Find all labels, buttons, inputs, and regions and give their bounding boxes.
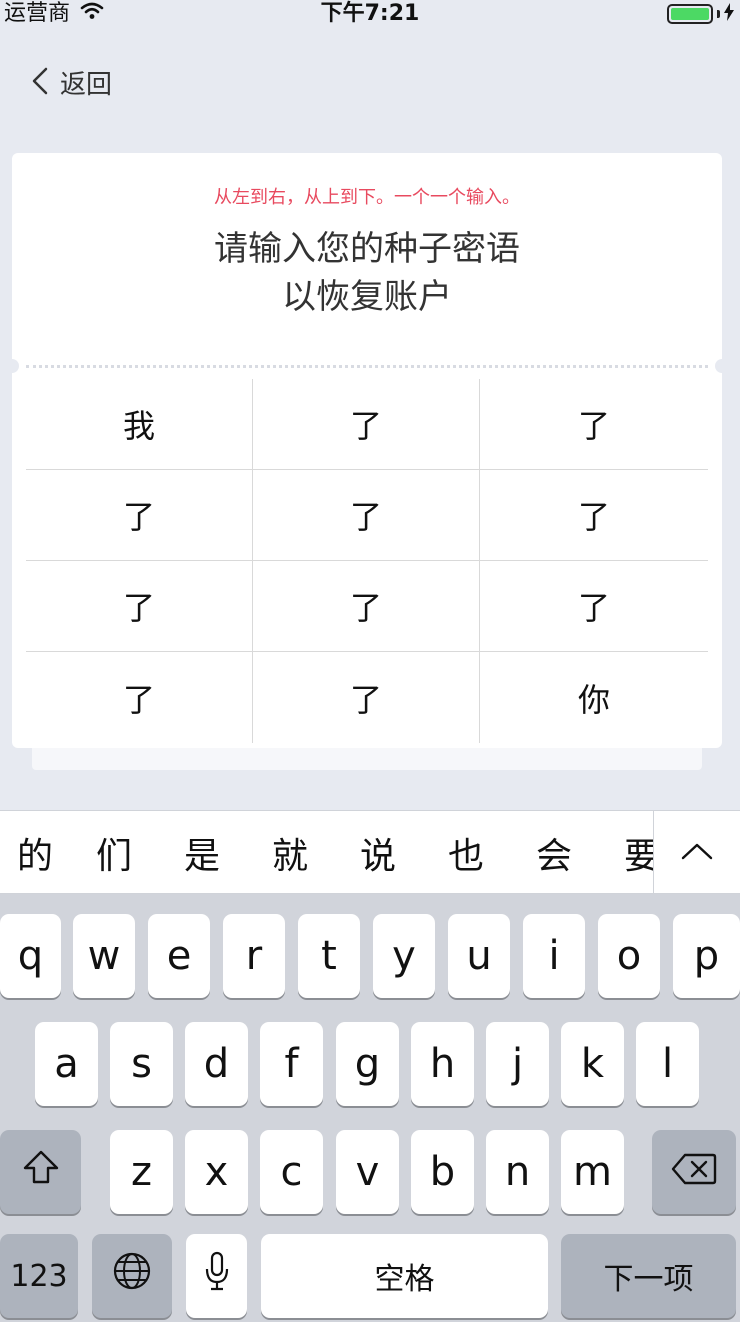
back-label: 返回 [60,70,113,100]
battery-icon [667,4,713,24]
key-f[interactable]: f [260,1022,323,1106]
key-c[interactable]: c [260,1130,323,1214]
key-z[interactable]: z [110,1130,173,1214]
key-m[interactable]: m [561,1130,624,1214]
seed-word-cell-2[interactable]: 了 [253,379,480,470]
shift-key[interactable] [0,1130,81,1214]
candidate-item[interactable]: 是 [158,827,246,879]
expand-candidates-button[interactable] [653,811,740,893]
seed-phrase-card: 从左到右，从上到下。一个一个输入。 请输入您的种子密语 以恢复账户 我 了 了 … [5,153,729,748]
charging-bolt-icon [724,3,734,25]
status-time: 下午7:21 [320,1,420,26]
battery-tip [717,10,720,18]
key-d[interactable]: d [185,1022,248,1106]
key-k[interactable]: k [561,1022,624,1106]
back-button[interactable]: 返回 [30,64,112,101]
card-notch-right [715,359,729,373]
key-p[interactable]: p [673,914,740,998]
status-bar: 运营商 下午7:21 [0,0,740,28]
key-w[interactable]: w [73,914,135,998]
status-right [667,3,734,25]
key-o[interactable]: o [598,914,660,998]
keyboard: q w e r t y u i o p a s d f g h j k l z … [0,894,740,1322]
globe-icon [112,1251,152,1301]
seed-word-cell-7[interactable]: 了 [26,561,253,652]
candidate-item[interactable]: 也 [422,827,510,879]
numbers-key[interactable]: 123 [0,1234,78,1318]
key-b[interactable]: b [411,1130,474,1214]
key-l[interactable]: l [636,1022,699,1106]
key-s[interactable]: s [110,1022,173,1106]
key-e[interactable]: e [148,914,210,998]
dotted-divider [26,365,708,368]
key-y[interactable]: y [373,914,435,998]
key-i[interactable]: i [523,914,585,998]
key-x[interactable]: x [185,1130,248,1214]
page-title: 请输入您的种子密语 以恢复账户 [12,225,722,321]
candidate-item[interactable]: 的 [0,827,70,879]
ime-candidate-bar: 的 们 是 就 说 也 会 要 [0,810,740,894]
seed-word-grid: 我 了 了 了 了 了 了 了 了 了 了 你 [26,379,708,743]
globe-key[interactable] [92,1234,172,1318]
title-line-1: 请输入您的种子密语 [214,229,520,269]
backspace-icon [671,1149,717,1195]
next-key[interactable]: 下一项 [561,1234,736,1318]
candidate-item[interactable]: 就 [246,827,334,879]
backspace-key[interactable] [652,1130,736,1214]
chevron-up-icon [680,841,714,865]
microphone-icon [204,1251,230,1301]
shift-arrow-icon [22,1149,60,1195]
key-j[interactable]: j [486,1022,549,1106]
dictation-key[interactable] [186,1234,247,1318]
key-t[interactable]: t [298,914,360,998]
candidate-item[interactable]: 会 [510,827,598,879]
card-notch-left [5,359,19,373]
seed-word-cell-9[interactable]: 了 [480,561,708,652]
seed-word-cell-1[interactable]: 我 [26,379,253,470]
candidate-item[interactable]: 们 [70,827,158,879]
seed-word-cell-6[interactable]: 了 [480,470,708,561]
key-a[interactable]: a [35,1022,98,1106]
candidate-item[interactable]: 说 [334,827,422,879]
seed-word-cell-4[interactable]: 了 [26,470,253,561]
space-key[interactable]: 空格 [261,1234,548,1318]
key-r[interactable]: r [223,914,285,998]
key-n[interactable]: n [486,1130,549,1214]
title-line-2: 以恢复账户 [282,277,452,317]
candidate-item[interactable]: 要 [598,827,653,879]
key-q[interactable]: q [0,914,61,998]
seed-word-cell-10[interactable]: 了 [26,652,253,743]
key-h[interactable]: h [411,1022,474,1106]
candidate-list: 的 们 是 就 说 也 会 要 [0,811,653,893]
key-u[interactable]: u [448,914,510,998]
key-g[interactable]: g [336,1022,399,1106]
instruction-hint: 从左到右，从上到下。一个一个输入。 [214,187,520,208]
seed-word-cell-5[interactable]: 了 [253,470,480,561]
seed-word-cell-3[interactable]: 了 [480,379,708,470]
seed-word-cell-12[interactable]: 你 [480,652,708,743]
seed-word-cell-8[interactable]: 了 [253,561,480,652]
key-v[interactable]: v [336,1130,399,1214]
chevron-left-icon [30,66,50,100]
seed-word-cell-11[interactable]: 了 [253,652,480,743]
